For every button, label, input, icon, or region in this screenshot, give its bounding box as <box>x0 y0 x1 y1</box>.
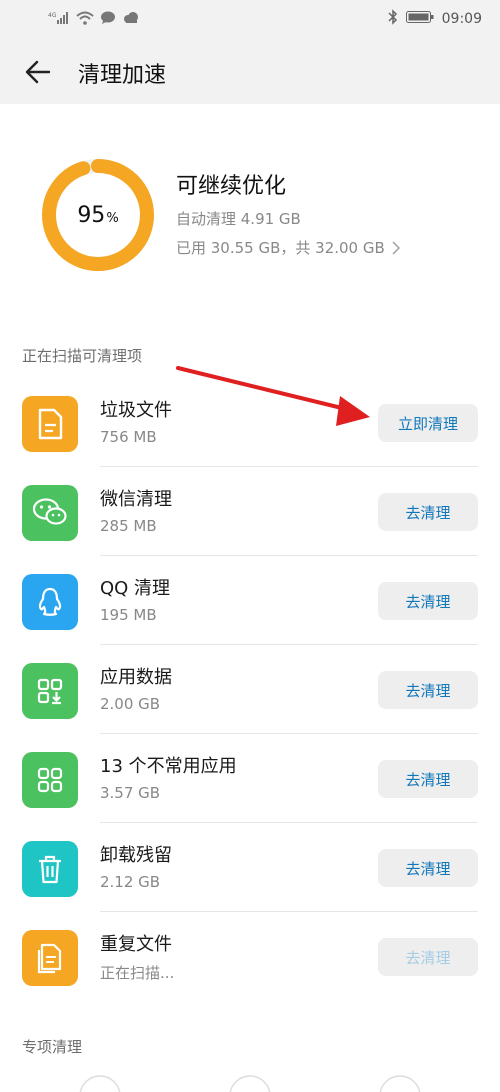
apps-grid-icon <box>22 752 78 808</box>
scan-section-label: 正在扫描可清理项 <box>22 347 143 365</box>
special-items-partial <box>79 1075 421 1092</box>
clean-item-row[interactable]: 重复文件正在扫描... 去清理 <box>0 912 500 1001</box>
clean-now-button[interactable]: 立即清理 <box>378 404 478 442</box>
status-icons-left: 4G <box>48 10 140 29</box>
go-clean-button[interactable]: 去清理 <box>378 582 478 620</box>
go-clean-button[interactable]: 去清理 <box>378 671 478 709</box>
clean-item-size: 正在扫描... <box>100 964 175 982</box>
clean-item-row[interactable]: 卸载残留 2.12 GB 去清理 <box>0 823 500 912</box>
clean-item-row[interactable]: 垃圾文件 756 MB 立即清理 <box>0 378 500 467</box>
back-button[interactable] <box>22 56 54 88</box>
trash-icon <box>22 841 78 897</box>
clean-item-name: 重复文件 <box>100 934 172 955</box>
wechat-icon <box>22 485 78 541</box>
storage-usage-link[interactable]: 已用 30.55 GB，共 32.00 GB <box>176 237 401 258</box>
clean-item-size: 756 MB <box>100 428 157 446</box>
arrow-left-icon <box>25 60 51 84</box>
svg-text:4G: 4G <box>48 12 57 19</box>
storage-percent: 95 % <box>36 153 160 277</box>
wifi-icon <box>76 10 94 29</box>
go-clean-button[interactable]: 去清理 <box>378 493 478 531</box>
battery-icon <box>405 10 434 28</box>
clean-item-name: 垃圾文件 <box>100 400 172 421</box>
chevron-right-icon <box>392 240 400 255</box>
app-data-icon <box>22 663 78 719</box>
app-bar: 清理加速 <box>0 40 500 104</box>
cloud-icon <box>122 10 140 29</box>
go-clean-button[interactable]: 去清理 <box>378 760 478 798</box>
clean-item-row[interactable]: 微信清理 285 MB 去清理 <box>0 467 500 556</box>
clean-item-name: QQ 清理 <box>100 578 171 599</box>
clean-item-size: 2.00 GB <box>100 695 161 713</box>
clean-item-size: 285 MB <box>100 517 157 535</box>
message-icon <box>100 10 116 29</box>
status-bar: 4G 09:09 <box>0 0 500 40</box>
auto-clean-info: 自动清理 4.91 GB <box>176 210 301 228</box>
go-clean-button[interactable]: 去清理 <box>378 938 478 976</box>
clean-item-name: 应用数据 <box>100 667 172 688</box>
go-clean-button[interactable]: 去清理 <box>378 849 478 887</box>
clean-item-size: 3.57 GB <box>100 784 161 802</box>
qq-icon <box>22 574 78 630</box>
clean-item-name: 卸载残留 <box>100 845 172 866</box>
clean-item-row[interactable]: 13 个不常用应用 3.57 GB 去清理 <box>0 734 500 823</box>
document-icon <box>22 396 78 452</box>
clean-item-size: 2.12 GB <box>100 873 161 891</box>
status-icons-right: 09:09 <box>388 9 482 29</box>
special-section-label: 专项清理 <box>22 1038 83 1056</box>
page-title: 清理加速 <box>78 63 167 88</box>
clean-item-row[interactable]: 应用数据 2.00 GB 去清理 <box>0 645 500 734</box>
clean-item-size: 195 MB <box>100 606 157 624</box>
bluetooth-icon <box>388 9 398 29</box>
clean-item-row[interactable]: QQ 清理 195 MB 去清理 <box>0 556 500 645</box>
duplicate-file-icon <box>22 930 78 986</box>
percent-value: 95 <box>77 202 106 228</box>
clean-item-name: 13 个不常用应用 <box>100 756 237 777</box>
storage-usage-text: 已用 30.55 GB，共 32.00 GB <box>176 239 385 257</box>
optimize-title: 可继续优化 <box>176 174 287 199</box>
signal-icon: 4G <box>48 10 70 29</box>
clock: 09:09 <box>441 11 482 27</box>
clean-item-name: 微信清理 <box>100 489 172 510</box>
percent-sign: % <box>106 210 119 226</box>
